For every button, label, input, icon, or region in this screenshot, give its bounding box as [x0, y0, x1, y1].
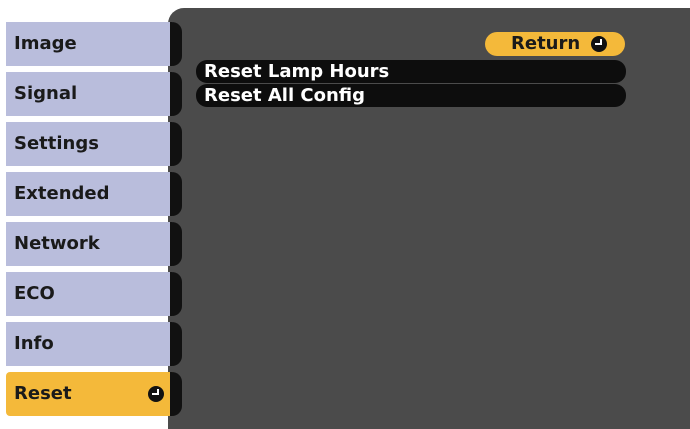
menu-item-label: Signal	[14, 83, 78, 104]
menu-item-reset[interactable]: Reset	[6, 372, 182, 416]
menu-item-label: Settings	[14, 133, 99, 154]
menu-item-extended[interactable]: Extended	[6, 172, 182, 216]
menu-item-network[interactable]: Network	[6, 222, 182, 266]
menu-item-label: ECO	[14, 283, 55, 304]
return-button-label: Return	[511, 33, 581, 54]
menu-item-label: Reset	[14, 383, 72, 404]
menu-item-image[interactable]: Image	[6, 22, 182, 66]
projector-menu-screen: Image Signal Settings Extended Network E…	[0, 0, 690, 429]
menu-item-info[interactable]: Info	[6, 322, 182, 366]
enter-icon	[148, 386, 164, 402]
main-menu-sidebar: Image Signal Settings Extended Network E…	[0, 0, 182, 429]
menu-item-signal[interactable]: Signal	[6, 72, 182, 116]
option-reset-lamp-hours[interactable]: Reset Lamp Hours	[196, 60, 626, 83]
menu-item-settings[interactable]: Settings	[6, 122, 182, 166]
option-label: Reset Lamp Hours	[204, 61, 390, 82]
menu-item-label: Info	[14, 333, 54, 354]
menu-item-label: Image	[14, 33, 77, 54]
menu-item-label: Extended	[14, 183, 110, 204]
enter-icon	[591, 36, 607, 52]
menu-item-label: Network	[14, 233, 100, 254]
menu-item-eco[interactable]: ECO	[6, 272, 182, 316]
option-label: Reset All Config	[204, 85, 366, 106]
option-reset-all-config[interactable]: Reset All Config	[196, 84, 626, 107]
return-button[interactable]: Return	[485, 32, 625, 56]
